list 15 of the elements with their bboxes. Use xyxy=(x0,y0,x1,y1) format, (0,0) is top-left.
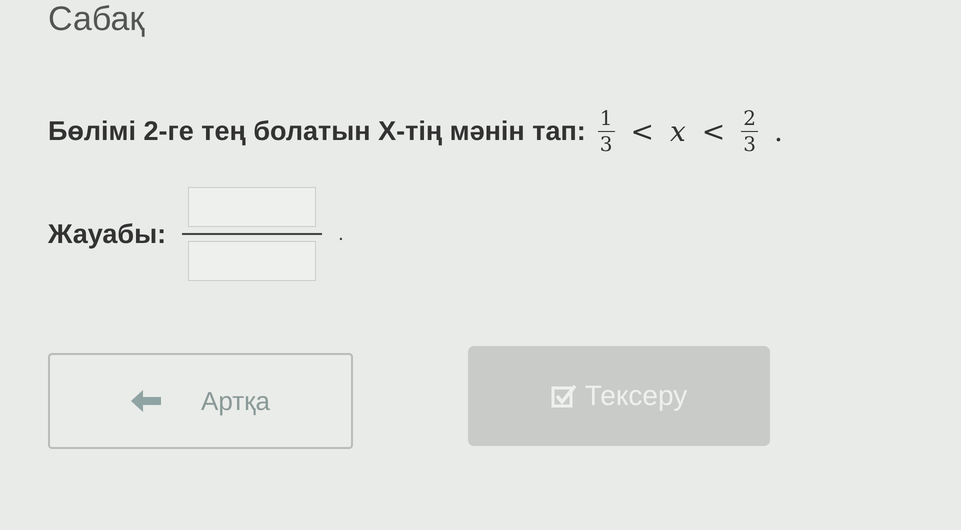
fraction: 1 3 xyxy=(598,106,615,157)
math-symbol: < xyxy=(630,114,654,150)
math-symbol: . xyxy=(774,114,783,150)
checkbox-icon xyxy=(550,384,577,408)
left-arrow-icon xyxy=(131,390,161,412)
fraction: 2 3 xyxy=(741,106,758,157)
back-button[interactable]: Артқа xyxy=(48,353,353,449)
answer-period: . xyxy=(338,222,344,247)
page-title: Сабақ xyxy=(48,2,144,36)
question-text: Бөлімі 2-ге тең болатын X-тің мәнін тап: xyxy=(48,115,586,148)
math-variable: x xyxy=(670,114,686,150)
denominator-field[interactable] xyxy=(188,241,316,281)
answer-label: Жауабы: xyxy=(48,218,166,251)
numerator-field[interactable] xyxy=(188,187,316,227)
math-symbol: < xyxy=(702,114,726,150)
